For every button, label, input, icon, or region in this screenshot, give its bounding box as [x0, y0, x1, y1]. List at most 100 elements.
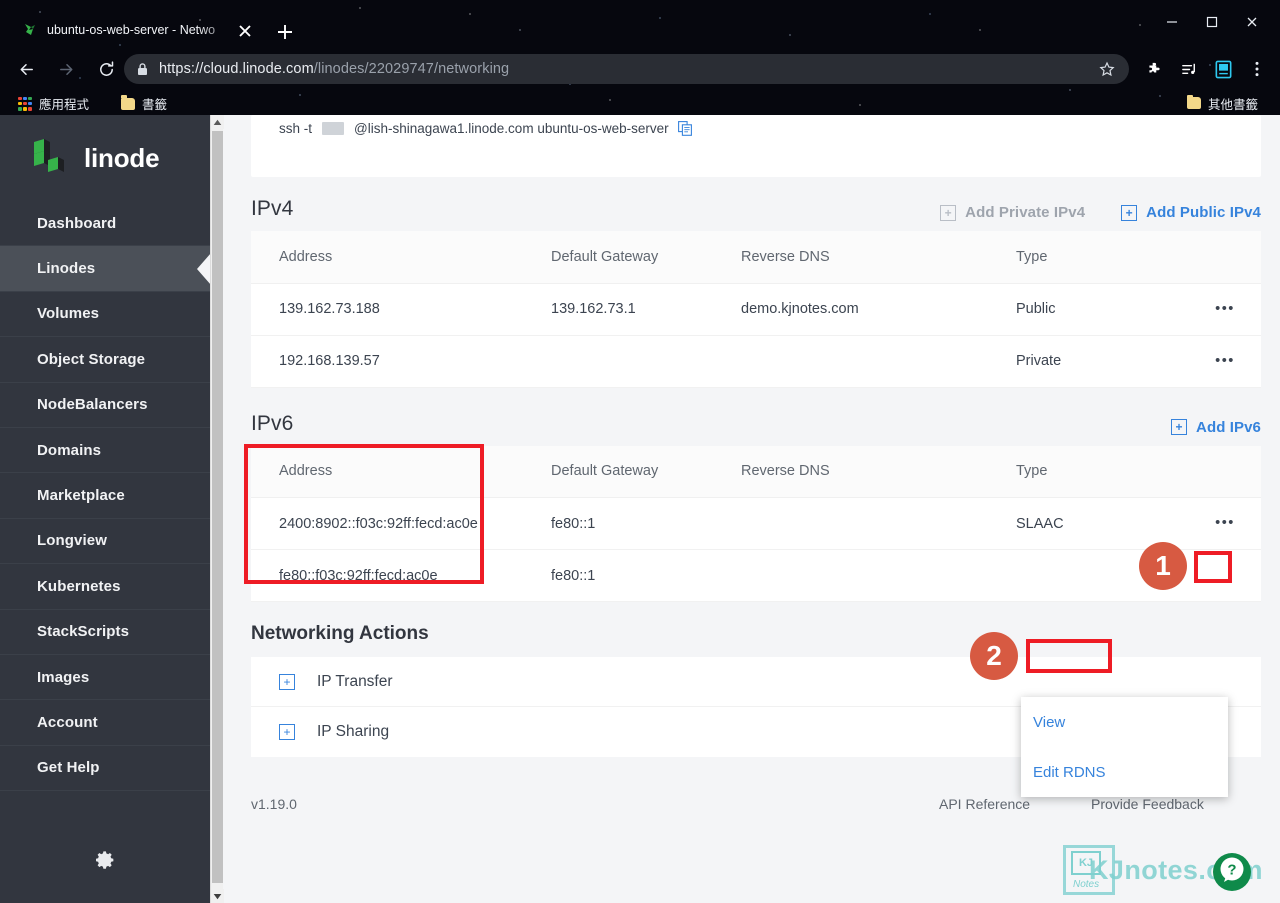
sidebar-item-label: Account — [37, 713, 98, 731]
browser-tab[interactable]: ubuntu-os-web-server - Netwo — [14, 14, 250, 46]
table-row: fe80::f03c:92ff:fecd:ac0e fe80::1 — [251, 549, 1261, 602]
sidebar-item-images[interactable]: Images — [0, 655, 210, 701]
plus-icon: + — [940, 204, 957, 221]
url-text: https://cloud.linode.com/linodes/2202974… — [159, 61, 509, 77]
cell-address: 2400:8902::f03c:92ff:fecd:ac0e — [251, 497, 551, 550]
tab-title: ubuntu-os-web-server - Netwo — [47, 23, 216, 37]
cell-gateway: 139.162.73.1 — [551, 283, 741, 336]
copy-icon[interactable] — [677, 121, 692, 136]
toolbar-icons — [1140, 54, 1272, 84]
address-bar[interactable]: https://cloud.linode.com/linodes/2202974… — [124, 54, 1129, 84]
new-tab-button[interactable] — [274, 21, 296, 43]
minimize-button[interactable] — [1152, 7, 1192, 37]
row-action-menu-button[interactable]: ••• — [1189, 497, 1261, 550]
bookmark-folder-label: 書籤 — [142, 98, 168, 112]
redacted-username — [322, 122, 345, 135]
column-header-type: Type — [1016, 445, 1189, 498]
url-host: cloud.linode.com — [203, 61, 314, 77]
svg-text:?: ? — [1227, 861, 1236, 878]
provide-feedback-link[interactable]: Provide Feedback — [1091, 796, 1204, 812]
add-private-ipv4-button[interactable]: + Add Private IPv4 — [940, 204, 1085, 221]
menu-item-view[interactable]: View — [1021, 697, 1228, 747]
bookmarks-bar: 應用程式 書籤 其他書籤 — [0, 92, 1280, 115]
add-public-ipv4-label: Add Public IPv4 — [1146, 204, 1261, 221]
table-row: 2400:8902::f03c:92ff:fecd:ac0e fe80::1 S… — [251, 497, 1261, 550]
apps-label: 應用程式 — [39, 98, 90, 112]
sidebar-settings[interactable] — [0, 848, 210, 877]
sidebar-item-kubernetes[interactable]: Kubernetes — [0, 564, 210, 610]
back-arrow-icon[interactable] — [10, 53, 42, 85]
sidebar-item-label: Marketplace — [37, 487, 125, 505]
sidebar-item-volumes[interactable]: Volumes — [0, 292, 210, 338]
cell-address: fe80::f03c:92ff:fecd:ac0e — [251, 549, 551, 602]
sidebar-item-label: Longview — [37, 532, 107, 550]
sidebar-item-object-storage[interactable]: Object Storage — [0, 337, 210, 383]
extensions-puzzle-icon[interactable] — [1140, 54, 1170, 84]
cell-rdns — [741, 497, 1016, 550]
cell-gateway — [551, 335, 741, 388]
sidebar-item-nodebalancers[interactable]: NodeBalancers — [0, 383, 210, 428]
sidebar-item-stackscripts[interactable]: StackScripts — [0, 610, 210, 655]
api-reference-link[interactable]: API Reference — [939, 796, 1030, 812]
maximize-button[interactable] — [1192, 7, 1232, 37]
sidebar-item-label: StackScripts — [37, 623, 130, 641]
media-list-icon[interactable] — [1174, 54, 1204, 84]
column-header-actions — [1189, 231, 1261, 284]
apps-grid-icon — [18, 96, 32, 111]
url-origin: https:// — [159, 61, 204, 77]
bookmark-star-icon[interactable] — [1099, 61, 1115, 82]
linode-logo[interactable]: linode — [0, 115, 210, 201]
chrome-menu-icon[interactable] — [1242, 54, 1272, 84]
tab-strip: ubuntu-os-web-server - Netwo — [0, 0, 1280, 46]
sidebar-item-linodes[interactable]: Linodes — [0, 246, 210, 292]
ipv4-table: Address Default Gateway Reverse DNS Type… — [251, 231, 1261, 388]
add-public-ipv4-button[interactable]: + Add Public IPv4 — [1121, 204, 1261, 221]
menu-item-edit-rdns[interactable]: Edit RDNS — [1021, 747, 1228, 797]
cell-address: 192.168.139.57 — [251, 335, 551, 388]
sidebar-item-marketplace[interactable]: Marketplace — [0, 473, 210, 519]
gear-icon — [93, 848, 117, 877]
close-button[interactable] — [1232, 7, 1272, 37]
cell-rdns — [741, 549, 1016, 602]
column-header-rdns: Reverse DNS — [741, 445, 1016, 498]
annotation-badge-number: 1 — [1155, 550, 1171, 581]
add-ipv6-label: Add IPv6 — [1196, 418, 1261, 436]
ipv6-title: IPv6 — [251, 411, 294, 435]
sidebar-item-label: Linodes — [37, 260, 96, 278]
cell-type: Private — [1016, 335, 1189, 388]
ipv4-section-header: IPv4 + Add Private IPv4 + Add Public IPv… — [251, 177, 1261, 231]
folder-icon-other — [1186, 94, 1201, 109]
row-action-menu-button[interactable] — [1189, 549, 1261, 602]
annotation-badge-1: 1 — [1139, 542, 1187, 590]
apps-shortcut[interactable]: 應用程式 — [10, 94, 97, 114]
column-header-actions — [1189, 445, 1261, 498]
row-action-menu-button[interactable]: ••• — [1189, 283, 1261, 336]
bookmark-folder-shortcut[interactable]: 書籤 — [113, 94, 175, 114]
page-scrollbar[interactable] — [210, 115, 224, 903]
ssh-command-suffix: @lish-shinagawa1.linode.com ubuntu-os-we… — [354, 121, 669, 136]
sidebar-nav: Dashboard Linodes Volumes Object Storage… — [0, 201, 210, 792]
column-header-address: Address — [251, 231, 551, 284]
other-bookmarks-label: 其他書籤 — [1207, 97, 1258, 112]
sidebar-item-longview[interactable]: Longview — [0, 519, 210, 565]
reload-icon[interactable] — [90, 53, 122, 85]
column-header-gateway: Default Gateway — [551, 231, 741, 284]
other-bookmarks-shortcut[interactable]: 其他書籤 — [1179, 93, 1266, 113]
row-action-menu-button[interactable]: ••• — [1189, 335, 1261, 388]
help-button[interactable]: ? — [1213, 853, 1251, 891]
forward-arrow-icon[interactable] — [50, 53, 82, 85]
table-row: 192.168.139.57 Private ••• — [251, 335, 1261, 388]
brand-name: linode — [84, 142, 160, 173]
version-label: v1.19.0 — [251, 796, 297, 812]
sidebar-item-get-help[interactable]: Get Help — [0, 746, 210, 792]
page-viewport: linode Dashboard Linodes Volumes Object … — [0, 115, 1280, 903]
action-label: IP Sharing — [317, 723, 390, 740]
tab-close-icon[interactable] — [236, 22, 254, 40]
bookmark-manager-icon[interactable] — [1208, 54, 1238, 84]
sidebar-item-label: Get Help — [37, 759, 100, 777]
scrollbar-thumb[interactable] — [212, 131, 223, 883]
add-ipv6-button[interactable]: + Add IPv6 — [1171, 419, 1261, 436]
sidebar-item-dashboard[interactable]: Dashboard — [0, 201, 210, 247]
sidebar-item-domains[interactable]: Domains — [0, 428, 210, 474]
sidebar-item-account[interactable]: Account — [0, 700, 210, 746]
